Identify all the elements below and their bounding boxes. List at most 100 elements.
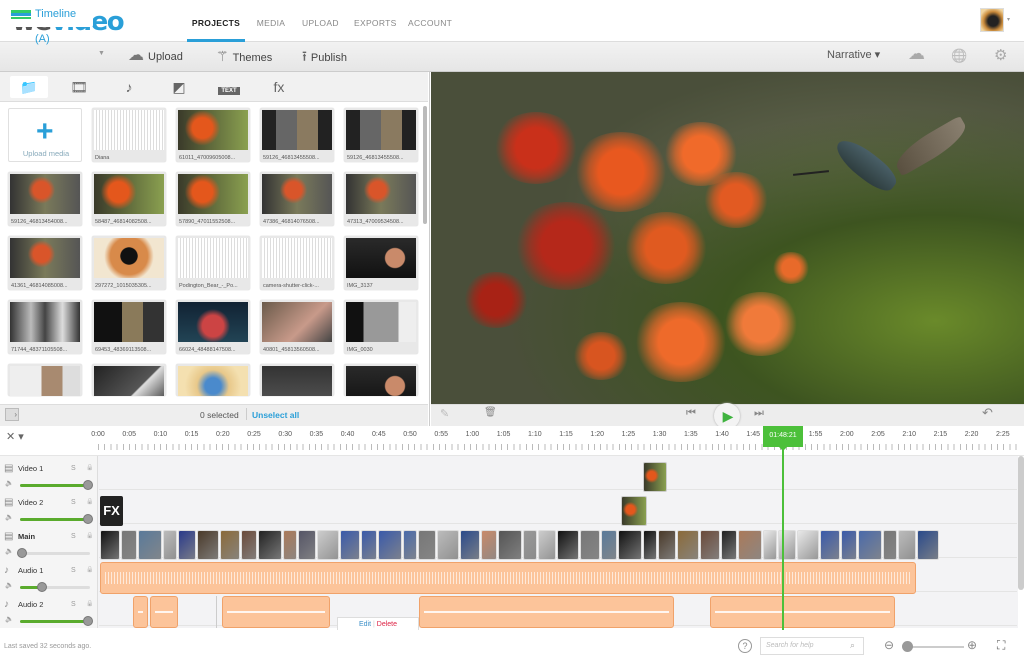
pencil-icon[interactable]: ✎	[440, 407, 449, 420]
audio-clip[interactable]	[150, 596, 178, 628]
playhead-line[interactable]	[782, 446, 784, 641]
nav-tab-media[interactable]: MEDIA	[256, 0, 286, 42]
timeline-clip[interactable]	[138, 530, 162, 560]
timeline-clip[interactable]	[498, 530, 522, 560]
media-item[interactable]	[260, 364, 334, 396]
volume-slider[interactable]	[20, 616, 93, 626]
media-item[interactable]: 47313_47009534508...	[344, 172, 418, 226]
timeline-clip[interactable]	[100, 530, 120, 560]
media-item[interactable]: IMG_0030	[344, 300, 418, 354]
audio-clip[interactable]	[133, 596, 148, 628]
timeline-clip[interactable]	[917, 530, 939, 560]
media-item[interactable]: 59126_46813454008...	[8, 172, 82, 226]
timeline-clip[interactable]	[677, 530, 699, 560]
trash-icon[interactable]: 🗑	[484, 407, 497, 418]
timeline-clip[interactable]	[523, 530, 537, 560]
volume-slider-knob[interactable]	[83, 480, 93, 490]
volume-slider-knob[interactable]	[83, 514, 93, 524]
publish-button[interactable]: ⭱ Publish	[302, 47, 347, 67]
timeline-clip[interactable]	[460, 530, 480, 560]
media-item[interactable]: 40801_45813560508...	[260, 300, 334, 354]
timeline-clip[interactable]	[197, 530, 219, 560]
lock-icon[interactable]: 🔒	[86, 498, 93, 505]
volume-slider[interactable]	[17, 548, 90, 558]
lock-icon[interactable]: 🔒	[86, 464, 93, 471]
delete-clip-link[interactable]: Delete	[377, 621, 397, 628]
timeline-clip[interactable]	[721, 530, 737, 560]
user-avatar[interactable]	[980, 8, 1004, 32]
playhead-time[interactable]: 01:48:21	[763, 426, 803, 447]
timeline-clip[interactable]	[258, 530, 282, 560]
timeline-clip[interactable]	[121, 530, 137, 560]
timeline-clip[interactable]	[763, 530, 777, 560]
unselect-all-link[interactable]: Unselect all	[252, 410, 299, 420]
solo-toggle[interactable]: S	[71, 601, 76, 608]
lock-icon[interactable]: 🔒	[86, 566, 93, 573]
timeline-clip[interactable]	[178, 530, 196, 560]
nav-tab-exports[interactable]: EXPORTS	[354, 0, 396, 42]
media-tab-text[interactable]: TEXT	[210, 76, 248, 98]
timeline-clip[interactable]	[481, 530, 497, 560]
timeline-clip[interactable]	[738, 530, 762, 560]
volume-slider-knob[interactable]	[17, 548, 27, 558]
timeline-clip[interactable]	[658, 530, 676, 560]
zoom-slider-knob[interactable]	[902, 641, 913, 652]
media-item[interactable]: camera-shutter-click-...	[260, 236, 334, 290]
timeline-clip[interactable]	[241, 530, 257, 560]
skip-back-icon[interactable]: ⏮	[686, 407, 696, 420]
chevron-down-icon[interactable]: ▾	[1007, 16, 1010, 23]
timeline-clip[interactable]	[317, 530, 339, 560]
media-tab-video[interactable]: 🎞	[60, 76, 98, 98]
edit-clip-link[interactable]: Edit	[359, 621, 371, 628]
timeline-clip[interactable]	[858, 530, 882, 560]
timeline-clip[interactable]	[797, 530, 819, 560]
skip-forward-icon[interactable]: ⏭	[754, 407, 764, 420]
media-tab-fx[interactable]: fx	[260, 76, 298, 98]
timeline-clip[interactable]	[557, 530, 579, 560]
media-item[interactable]	[176, 364, 250, 396]
timeline-clip[interactable]	[700, 530, 720, 560]
timeline-clip[interactable]	[643, 530, 657, 560]
globe-icon[interactable]: 🌐	[951, 48, 967, 64]
timeline-clip[interactable]	[437, 530, 459, 560]
volume-icon[interactable]: 🔈	[5, 513, 14, 521]
zoom-slider[interactable]	[906, 646, 964, 648]
timeline-clip[interactable]	[418, 530, 436, 560]
media-item[interactable]	[8, 364, 82, 396]
timeline-clip[interactable]	[580, 530, 600, 560]
solo-toggle[interactable]: S	[71, 465, 76, 472]
undo-icon[interactable]: ↶	[982, 405, 993, 421]
audio-clip[interactable]	[222, 596, 330, 628]
media-item[interactable]	[92, 364, 166, 396]
volume-icon[interactable]: 🔈	[5, 581, 14, 589]
fx-clip[interactable]: FX	[100, 496, 123, 526]
timeline-mode-button[interactable]: Timeline (A)	[3, 2, 93, 45]
themes-button[interactable]: ⚚ Themes	[216, 47, 272, 67]
timeline-clip[interactable]	[618, 530, 642, 560]
upload-media-button[interactable]: + Upload media	[8, 108, 82, 162]
solo-toggle[interactable]: S	[71, 499, 76, 506]
media-item[interactable]: Diana	[92, 108, 166, 162]
timeline-clip[interactable]	[883, 530, 897, 560]
media-item[interactable]	[344, 364, 418, 396]
mode-dropdown[interactable]: Narrative ▾	[827, 48, 880, 61]
volume-slider[interactable]	[20, 582, 90, 592]
media-item[interactable]: 61011_47009605008...	[176, 108, 250, 162]
audio-clip[interactable]	[710, 596, 895, 628]
volume-slider-knob[interactable]	[83, 616, 93, 626]
fit-to-screen-icon[interactable]: ⛶	[997, 638, 1005, 653]
timeline-clip[interactable]	[601, 530, 617, 560]
timeline-clip[interactable]	[361, 530, 377, 560]
search-icon[interactable]: ⌕	[850, 640, 855, 651]
media-item[interactable]: 59126_46813455508...	[260, 108, 334, 162]
help-search-input[interactable]: Search for help	[760, 637, 864, 655]
media-item[interactable]: 66024_48488147508...	[176, 300, 250, 354]
timeline-clip[interactable]	[778, 530, 796, 560]
panel-toggle-button[interactable]: ›	[5, 408, 19, 421]
timeline-clip[interactable]	[621, 496, 647, 526]
lock-icon[interactable]: 🔒	[86, 532, 93, 539]
media-item[interactable]: 41361_46814085008...	[8, 236, 82, 290]
timeline-clip[interactable]	[820, 530, 840, 560]
media-item[interactable]: 58487_46814082508...	[92, 172, 166, 226]
timeline-clip[interactable]	[378, 530, 402, 560]
